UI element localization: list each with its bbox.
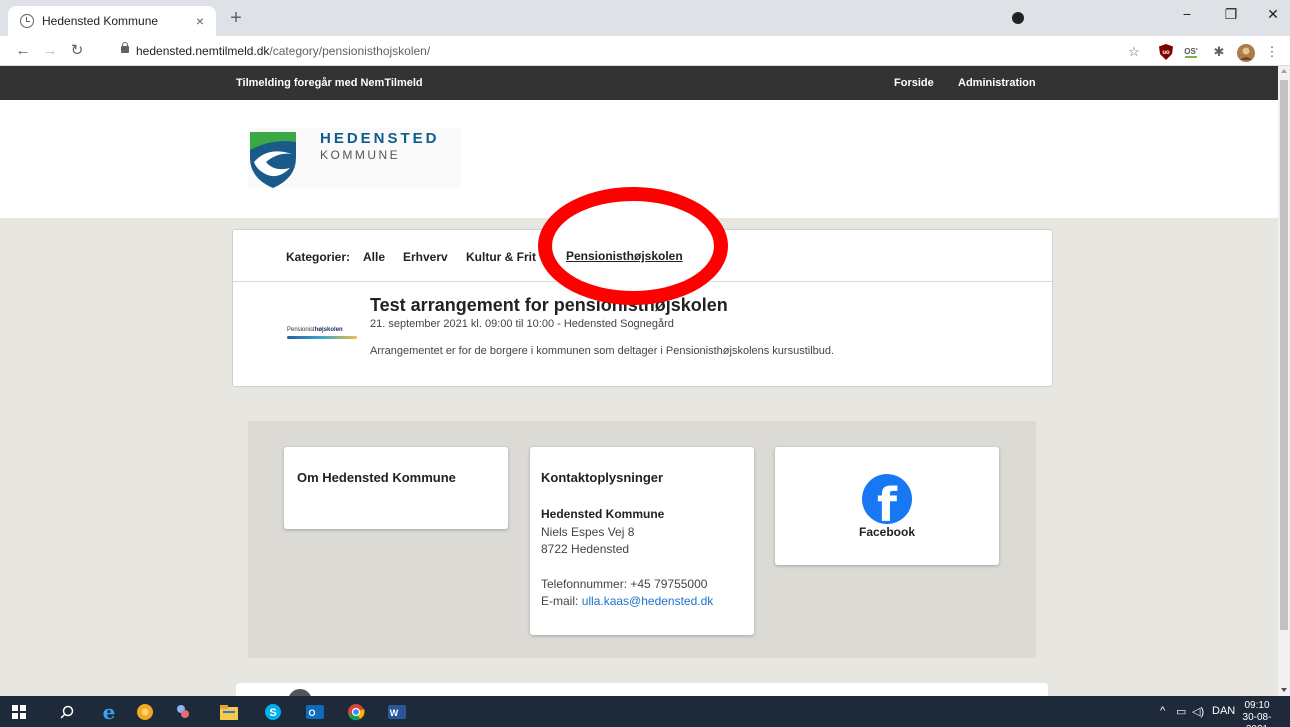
facebook-icon: f [862, 474, 912, 530]
internet-explorer-icon[interactable]: e [98, 700, 120, 724]
scroll-down-icon[interactable] [1281, 688, 1287, 692]
outlook-icon[interactable]: O [304, 701, 326, 723]
event-date-location: 21. september 2021 kl. 09:00 til 10:00 -… [370, 318, 674, 330]
contact-address: Niels Espes Vej 8 [541, 525, 635, 539]
logo-title: HEDENSTED [320, 130, 440, 147]
logo-shield-icon [250, 132, 296, 188]
url-path: /category/pensionisthojskolen/ [269, 44, 431, 58]
category-label: Kategorier: [286, 250, 351, 264]
next-section-card [236, 683, 1048, 696]
app-yellow-icon[interactable] [134, 701, 156, 723]
address-bar: ← → ↻ hedensted.nemtilmeld.dk/category/p… [0, 36, 1290, 66]
svg-text:uo: uo [1162, 50, 1170, 56]
ublock-extension-icon[interactable]: uo [1158, 44, 1174, 60]
site-tagline: Tilmelding foregår med NemTilmeld [236, 77, 423, 89]
extensions-puzzle-icon[interactable]: ✱ [1211, 44, 1227, 60]
window-close-button[interactable]: ✕ [1258, 6, 1288, 22]
scroll-up-icon[interactable] [1281, 69, 1287, 73]
clock-icon [20, 14, 34, 28]
browser-tab[interactable]: Hedensted Kommune × [8, 6, 216, 36]
event-logo-bold: højskolen [314, 327, 343, 333]
chrome-profile-icon[interactable] [1012, 12, 1024, 24]
url-host: hedensted.nemtilmeld.dk [136, 44, 270, 58]
new-tab-button[interactable]: + [224, 7, 248, 29]
minimize-button[interactable]: − [1172, 6, 1202, 22]
url-field[interactable]: hedensted.nemtilmeld.dk/category/pension… [136, 44, 430, 58]
category-kultur-fritid[interactable]: Kultur & Frit [466, 250, 536, 264]
footer-section: Om Hedensted Kommune Kontaktoplysninger … [248, 421, 1036, 658]
file-explorer-icon[interactable] [218, 701, 240, 723]
reload-icon[interactable]: ↻ [67, 41, 87, 61]
logo-subtitle: KOMMUNE [320, 148, 401, 162]
skype-icon[interactable]: S [262, 701, 284, 723]
contact-email-link[interactable]: ulla.kaas@hedensted.dk [582, 594, 714, 608]
about-title: Om Hedensted Kommune [297, 470, 456, 485]
hedensted-logo[interactable]: HEDENSTED KOMMUNE [248, 128, 461, 188]
category-pensionisthojskolen[interactable]: Pensionisthøjskolen [566, 249, 683, 263]
lock-icon[interactable] [121, 42, 129, 53]
pensionisthojskolen-logo: Pensionisthøjskolen [287, 327, 359, 341]
search-icon[interactable] [56, 701, 78, 723]
windows-taskbar: e S O W ^ ▭ ◁) DAN 09:10 30-08-2021 [0, 696, 1290, 727]
page-viewport: Tilmelding foregår med NemTilmeld Forsid… [0, 66, 1278, 696]
contact-card: Kontaktoplysninger Hedensted Kommune Nie… [530, 447, 754, 635]
category-erhverv[interactable]: Erhverv [403, 250, 448, 264]
scroll-thumb[interactable] [1280, 80, 1288, 630]
contact-title: Kontaktoplysninger [541, 470, 664, 485]
page-scrollbar[interactable] [1278, 66, 1290, 696]
svg-text:OS': OS' [1184, 47, 1198, 56]
contact-email-label: E-mail: [541, 594, 579, 608]
contact-phone: Telefonnummer: +45 79755000 [541, 577, 708, 591]
tab-close-icon[interactable]: × [192, 13, 208, 29]
event-description: Arrangementet er for de borgere i kommun… [370, 345, 835, 357]
browser-tab-bar: Hedensted Kommune × + − ❐ ✕ [0, 0, 1290, 36]
nav-forside[interactable]: Forside [894, 77, 934, 89]
volume-icon[interactable]: ◁) [1192, 705, 1204, 718]
back-arrow-icon[interactable]: ← [13, 41, 33, 61]
facebook-card[interactable]: f Facebook [775, 447, 999, 565]
site-top-nav: Tilmelding foregår med NemTilmeld Forsid… [0, 66, 1278, 100]
contact-email-row: E-mail: ulla.kaas@hedensted.dk [541, 594, 713, 608]
forward-arrow-icon[interactable]: → [40, 41, 60, 61]
svg-text:S: S [269, 707, 276, 719]
app-snip-icon[interactable] [172, 701, 194, 723]
word-icon[interactable]: W [386, 701, 408, 723]
network-icon[interactable]: ▭ [1176, 705, 1186, 718]
bookmark-star-icon[interactable]: ☆ [1126, 44, 1142, 60]
facebook-label: Facebook [858, 525, 915, 539]
clock-date: 30-08-2021 [1242, 712, 1272, 727]
chrome-icon[interactable] [345, 701, 367, 723]
nav-administration[interactable]: Administration [958, 77, 1036, 89]
avatar[interactable] [1237, 44, 1255, 62]
svg-text:W: W [390, 708, 399, 718]
event-logo-prefix: Pensionist [287, 327, 315, 333]
chrome-menu-icon[interactable]: ⋮ [1264, 44, 1280, 60]
about-card[interactable]: Om Hedensted Kommune [284, 447, 508, 529]
tray-chevron-icon[interactable]: ^ [1160, 705, 1165, 717]
contact-name: Hedensted Kommune [541, 507, 665, 521]
svg-text:O: O [308, 708, 315, 718]
windows-start-icon[interactable] [8, 701, 30, 723]
taskbar-clock[interactable]: 09:10 30-08-2021 [1232, 700, 1282, 727]
category-alle[interactable]: Alle [363, 250, 385, 264]
clock-time: 09:10 [1244, 700, 1270, 711]
restore-button[interactable]: ❐ [1216, 6, 1246, 22]
red-annotation-circle [538, 187, 728, 305]
tab-title: Hedensted Kommune [42, 14, 159, 28]
contact-postal: 8722 Hedensted [541, 542, 630, 556]
event-logo-bar [287, 336, 357, 339]
os-extension-icon[interactable]: OS' [1183, 44, 1199, 60]
